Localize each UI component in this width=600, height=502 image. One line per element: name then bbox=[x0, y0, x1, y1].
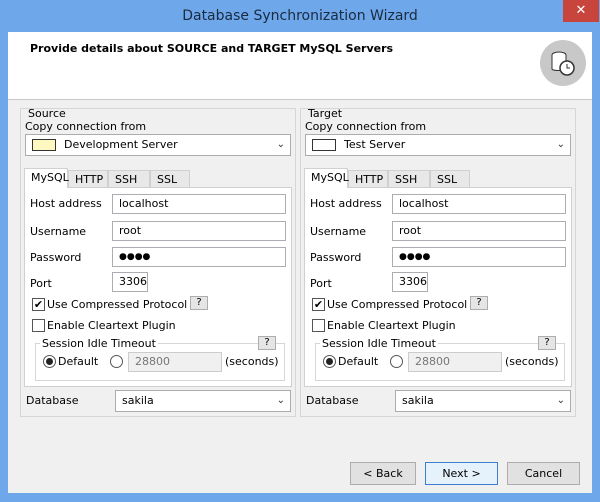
next-button[interactable]: Next > bbox=[425, 462, 498, 485]
tab-mysql[interactable]: MySQL bbox=[24, 168, 69, 188]
default-radio[interactable] bbox=[43, 355, 56, 368]
cleartext-label: Enable Cleartext Plugin bbox=[47, 319, 176, 332]
cleartext-checkbox[interactable] bbox=[312, 319, 325, 332]
copy-connection-select[interactable]: Development Server ⌄ bbox=[25, 134, 291, 156]
close-button[interactable]: ✕ bbox=[563, 0, 599, 22]
wizard-window: Database Synchronization Wizard ✕ Provid… bbox=[0, 0, 600, 502]
default-label: Default bbox=[338, 355, 379, 368]
compressed-label: Use Compressed Protocol bbox=[327, 298, 468, 311]
group-label: Source bbox=[28, 107, 66, 120]
custom-timeout-radio[interactable] bbox=[110, 355, 123, 368]
seconds-label: (seconds) bbox=[505, 355, 559, 368]
compressed-help-button[interactable]: ? bbox=[470, 296, 488, 310]
connection-value: Test Server bbox=[344, 138, 406, 151]
connection-value: Development Server bbox=[64, 138, 178, 151]
database-value: sakila bbox=[122, 394, 154, 407]
session-timeout-label: Session Idle Timeout bbox=[40, 337, 158, 350]
cleartext-label: Enable Cleartext Plugin bbox=[327, 319, 456, 332]
password-label: Password bbox=[30, 251, 82, 264]
compressed-checkbox[interactable]: ✔ bbox=[312, 298, 325, 311]
database-value: sakila bbox=[402, 394, 434, 407]
host-label: Host address bbox=[310, 197, 382, 210]
back-button[interactable]: < Back bbox=[350, 462, 416, 485]
chevron-down-icon: ⌄ bbox=[276, 395, 285, 406]
username-input[interactable]: root bbox=[112, 221, 286, 241]
port-label: Port bbox=[310, 277, 332, 290]
tab-http[interactable]: HTTP bbox=[348, 170, 388, 188]
password-input[interactable]: ●●●● bbox=[112, 247, 286, 267]
timeout-input[interactable]: 28800 bbox=[128, 352, 222, 372]
default-label: Default bbox=[58, 355, 99, 368]
username-input[interactable]: root bbox=[392, 221, 566, 241]
compressed-checkbox[interactable]: ✔ bbox=[32, 298, 45, 311]
port-input[interactable]: 3306 bbox=[112, 272, 148, 292]
host-label: Host address bbox=[30, 197, 102, 210]
copy-connection-select[interactable]: Test Server ⌄ bbox=[305, 134, 571, 156]
connection-color-swatch bbox=[32, 139, 56, 151]
database-select[interactable]: sakila ⌄ bbox=[115, 390, 291, 412]
tab-ssl[interactable]: SSL bbox=[430, 170, 470, 188]
seconds-label: (seconds) bbox=[225, 355, 279, 368]
target-section: Target Copy connection from Test Server ⌄… bbox=[288, 32, 588, 432]
timeout-help-button[interactable]: ? bbox=[258, 336, 276, 350]
port-label: Port bbox=[30, 277, 52, 290]
database-label: Database bbox=[306, 394, 359, 407]
port-input[interactable]: 3306 bbox=[392, 272, 428, 292]
chevron-down-icon: ⌄ bbox=[556, 395, 565, 406]
compressed-label: Use Compressed Protocol bbox=[47, 298, 188, 311]
session-timeout-label: Session Idle Timeout bbox=[320, 337, 438, 350]
custom-timeout-radio[interactable] bbox=[390, 355, 403, 368]
group-label: Target bbox=[308, 107, 343, 120]
cancel-button[interactable]: Cancel bbox=[507, 462, 580, 485]
tab-ssl[interactable]: SSL bbox=[150, 170, 190, 188]
cleartext-checkbox[interactable] bbox=[32, 319, 45, 332]
database-label: Database bbox=[26, 394, 79, 407]
database-select[interactable]: sakila ⌄ bbox=[395, 390, 571, 412]
connection-color-swatch bbox=[312, 139, 336, 151]
timeout-help-button[interactable]: ? bbox=[538, 336, 556, 350]
password-input[interactable]: ●●●● bbox=[392, 247, 566, 267]
host-input[interactable]: localhost bbox=[112, 194, 286, 214]
chevron-down-icon: ⌄ bbox=[556, 139, 565, 150]
copy-connection-label: Copy connection from bbox=[305, 120, 427, 133]
chevron-down-icon: ⌄ bbox=[276, 139, 285, 150]
timeout-input[interactable]: 28800 bbox=[408, 352, 502, 372]
copy-connection-label: Copy connection from bbox=[25, 120, 147, 133]
tab-ssh[interactable]: SSH bbox=[108, 170, 150, 188]
wizard-body: Provide details about SOURCE and TARGET … bbox=[8, 32, 592, 493]
tab-http[interactable]: HTTP bbox=[68, 170, 108, 188]
host-input[interactable]: localhost bbox=[392, 194, 566, 214]
username-label: Username bbox=[30, 225, 87, 238]
username-label: Username bbox=[310, 225, 367, 238]
default-radio[interactable] bbox=[323, 355, 336, 368]
password-label: Password bbox=[310, 251, 362, 264]
compressed-help-button[interactable]: ? bbox=[190, 296, 208, 310]
window-title: Database Synchronization Wizard bbox=[182, 8, 418, 24]
tab-mysql[interactable]: MySQL bbox=[304, 168, 349, 188]
source-section: Source Copy connection from Development … bbox=[8, 32, 308, 432]
tab-ssh[interactable]: SSH bbox=[388, 170, 430, 188]
